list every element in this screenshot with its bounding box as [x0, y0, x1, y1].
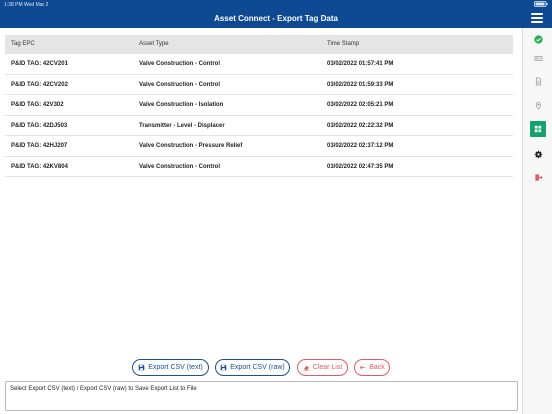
cell-asset-type: Valve Construction - Isolation	[139, 102, 224, 108]
location-pin-icon	[535, 101, 541, 110]
table-row[interactable]: P&ID TAG: 42CV201 Valve Construction - C…	[5, 54, 513, 75]
rail-check-button[interactable]	[530, 31, 546, 47]
cell-asset-type: Valve Construction - Control	[139, 163, 221, 170]
save-icon	[138, 364, 145, 371]
cell-asset-type: Valve Construction - Control	[139, 61, 221, 67]
table-row[interactable]: P&ID TAG: 42HJ207 Valve Construction - P…	[5, 136, 513, 157]
cell-tag: P&ID TAG: 42DJ503	[11, 122, 68, 129]
clear-list-button[interactable]: Clear List	[297, 359, 348, 376]
cell-asset-type: Transmitter - Level - Displacer	[139, 122, 225, 129]
cell-tag: P&ID TAG: 42CV201	[11, 61, 68, 67]
status-message-box: Select Export CSV (text) / Export CSV (r…	[5, 381, 518, 411]
barcode-icon	[534, 55, 542, 61]
gear-icon	[534, 150, 542, 158]
title-bar: Asset Connect - Export Tag Data	[0, 9, 552, 28]
eraser-icon	[303, 365, 310, 371]
table-header: Tag EPC Asset Type Time Stamp	[5, 35, 513, 54]
cell-tag: P&ID TAG: 42CV202	[11, 81, 68, 88]
table-row[interactable]: P&ID TAG: 42DJ503 Transmitter - Level - …	[5, 116, 513, 136]
export-csv-raw-label: Export CSV (raw)	[230, 364, 285, 371]
cell-time-stamp: 03/02/2022 02:37:12 PM	[327, 143, 394, 149]
cell-asset-type: Valve Construction - Control	[139, 81, 221, 88]
save-icon	[220, 364, 227, 371]
cell-time-stamp: 03/02/2022 01:57:41 PM	[327, 61, 394, 67]
battery-icon	[534, 1, 548, 7]
clear-list-label: Clear List	[312, 364, 343, 371]
cell-time-stamp: 03/02/2022 02:47:35 PM	[327, 163, 394, 170]
cell-tag: P&ID TAG: 42HJ207	[11, 143, 68, 149]
cell-tag: P&ID TAG: 42KV804	[11, 163, 68, 170]
table-row[interactable]: P&ID TAG: 42V302 Valve Construction - Is…	[5, 95, 513, 116]
column-header-time-stamp[interactable]: Time Stamp	[321, 35, 511, 54]
check-circle-icon	[533, 34, 543, 44]
table-row[interactable]: P&ID TAG: 42KV804 Valve Construction - C…	[5, 157, 513, 177]
cell-time-stamp: 03/02/2022 02:22:32 PM	[327, 122, 394, 129]
cell-time-stamp: 03/02/2022 01:59:33 PM	[327, 81, 394, 88]
rail-location-button[interactable]	[530, 97, 546, 113]
back-label: Back	[369, 364, 385, 371]
status-bar: 1:38 PM Wed Mar 2	[0, 0, 552, 9]
column-header-tag-epc[interactable]: Tag EPC	[5, 35, 133, 54]
page-title: Asset Connect - Export Tag Data	[214, 14, 338, 23]
rail-document-button[interactable]	[530, 73, 546, 89]
cell-time-stamp: 03/02/2022 02:05:21 PM	[327, 102, 394, 108]
export-tag-table: Tag EPC Asset Type Time Stamp P&ID TAG: …	[5, 35, 513, 177]
document-icon	[535, 77, 541, 85]
status-time: 1:38 PM Wed Mar 2	[4, 2, 49, 8]
export-csv-text-button[interactable]: Export CSV (text)	[132, 359, 209, 376]
export-csv-raw-button[interactable]: Export CSV (raw)	[215, 359, 290, 376]
rail-settings-button[interactable]	[530, 146, 546, 162]
column-header-asset-type[interactable]: Asset Type	[133, 35, 321, 54]
rail-logout-button[interactable]	[530, 169, 546, 185]
cell-asset-type: Valve Construction - Pressure Relief	[139, 143, 243, 149]
logout-icon	[534, 173, 543, 181]
cell-tag: P&ID TAG: 42V302	[11, 102, 64, 108]
arrow-left-icon	[360, 365, 366, 370]
rail-export-button[interactable]	[530, 121, 546, 137]
grid-icon	[534, 125, 542, 133]
export-csv-text-label: Export CSV (text)	[148, 364, 203, 371]
back-button[interactable]: Back	[354, 359, 390, 376]
status-message: Select Export CSV (text) / Export CSV (r…	[10, 386, 197, 392]
side-toolbar	[522, 28, 552, 414]
table-row[interactable]: P&ID TAG: 42CV202 Valve Construction - C…	[5, 75, 513, 95]
rail-scan-button[interactable]	[530, 50, 546, 66]
hamburger-menu-icon[interactable]	[531, 13, 543, 24]
